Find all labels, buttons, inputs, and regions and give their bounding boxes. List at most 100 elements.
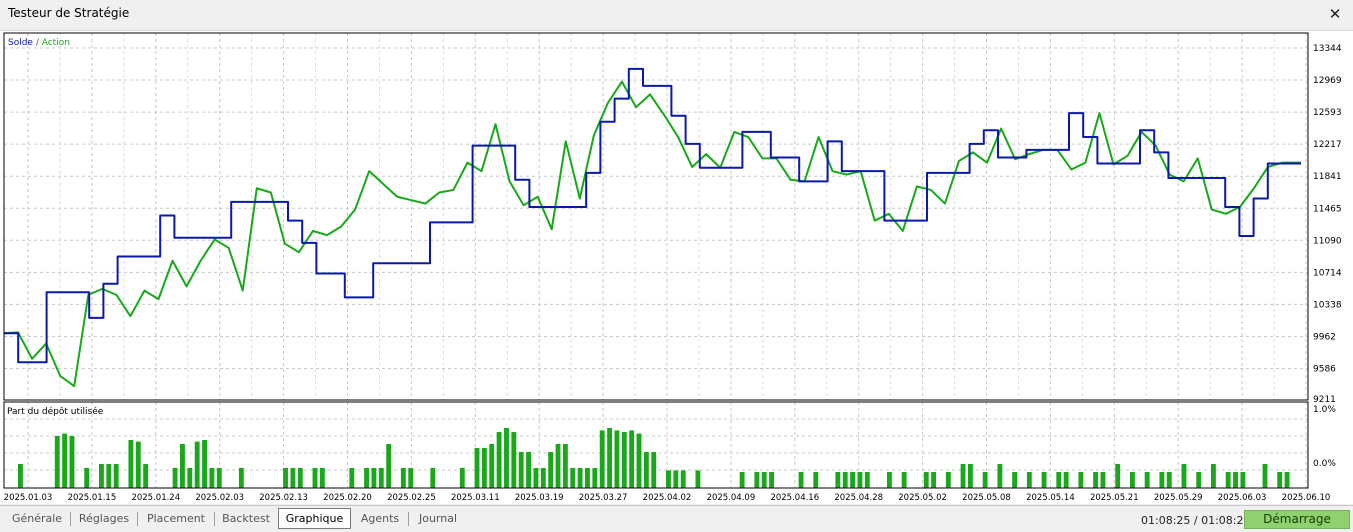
usage-bar [180,444,185,488]
usage-bar [1225,472,1231,488]
y-tick-label: 12969 [1313,76,1342,86]
start-button[interactable]: Démarrage [1244,510,1350,529]
usage-bar [386,444,392,488]
usage-bar [1129,472,1135,488]
tab-agents[interactable]: Agents [355,510,405,528]
usage-bar [312,468,318,488]
usage-bar [474,448,480,488]
x-tick-labels: 2025.01.03 2025.01.15 2025.01.24 2025.02.03… [4,493,1331,503]
x-tick-label: 2025.04.16 [770,493,819,503]
usage-bar [194,441,200,488]
usage-bar [666,470,671,488]
tab-generale[interactable]: Générale [6,510,68,528]
x-tick-label: 2025.06.10 [1282,493,1331,503]
sub-chart-ytick-top: 1.0% [1313,405,1336,415]
usage-bar [629,430,635,488]
usage-bar [923,472,929,488]
usage-bar [555,444,561,488]
x-tick-label: 2025.05.02 [898,493,947,503]
tab-reglages[interactable]: Réglages [73,510,135,528]
x-tick-label: 2025.05.29 [1154,493,1203,503]
usage-bar [577,468,583,488]
usage-bar [504,428,509,488]
usage-bar [62,433,68,488]
usage-bar [864,472,870,488]
usage-bar [548,452,554,488]
tab-backtest[interactable]: Backtest [217,510,275,528]
usage-bar [511,432,517,488]
usage-bar [643,452,649,488]
equity-series [3,80,1301,388]
tab-graphique[interactable]: Graphique [278,508,351,529]
usage-bar [143,464,149,488]
x-tick-label: 2025.02.13 [259,493,308,503]
usage-bar [835,472,841,488]
usage-bar [69,436,75,488]
sub-chart-title: Part du dépôt utilisée [7,406,104,417]
elapsed-time: 01:08:25 / 01:08:29 [1141,514,1251,527]
chart-canvas: 13344 12969 12593 12217 11841 11465 11090 10714… [3,32,1342,503]
usage-bar [680,470,686,488]
usage-bar [1078,472,1084,488]
usage-bar [967,464,973,488]
usage-bar [769,472,775,488]
tab-placement[interactable]: Placement [140,510,212,528]
usage-bar [599,430,605,488]
bottom-tab-bar: Générale Réglages Placement Backtest Gra… [0,505,1353,532]
usage-bar [798,472,804,488]
usage-bar [1056,472,1062,488]
usage-bar [319,468,325,488]
usage-bar [238,468,244,488]
tab-separator [214,512,215,526]
sub-chart-ytick-bottom: 0.0% [1313,459,1336,469]
tab-separator [70,512,71,526]
main-chart-legend: Solde / Action [8,38,70,48]
usage-bar [585,468,590,488]
usage-bar [297,468,303,488]
usage-bar [886,472,892,488]
usage-bar [592,468,598,488]
usage-bar [842,472,848,488]
usage-bar [526,452,531,488]
usage-bar [172,468,178,488]
x-tick-label: 2025.05.21 [1090,493,1139,503]
usage-bar [1210,464,1216,488]
usage-bar [570,468,576,488]
close-icon[interactable]: ✕ [1323,2,1347,26]
usage-bar [408,468,414,488]
usage-bar [1041,472,1047,488]
y-tick-label: 13344 [1313,44,1342,54]
usage-bar [562,444,568,488]
usage-bar [128,440,134,488]
usage-bar [1159,472,1165,488]
usage-bar [901,472,907,488]
usage-bar [209,468,215,488]
x-tick-label: 2025.04.28 [834,493,883,503]
y-tick-labels: 13344 12969 12593 12217 11841 11465 11090 10714… [1313,44,1342,405]
usage-bar [1115,464,1121,488]
usage-bar [283,468,288,488]
x-tick-label: 2025.02.03 [195,493,244,503]
title-bar: Testeur de Stratégie ✕ [0,0,1353,28]
usage-bar [1100,472,1106,488]
legend-equity: Action [42,38,70,48]
usage-bar [1093,472,1099,488]
usage-bar [1277,472,1283,488]
usage-bar [106,464,112,488]
usage-bar [349,468,355,488]
y-tick-label: 9211 [1313,395,1336,405]
usage-bar [1166,472,1172,488]
usage-bar [496,432,502,488]
usage-bar [540,468,546,488]
x-tick-label: 2025.02.25 [387,493,436,503]
usage-bar [636,433,642,488]
usage-bar [400,468,406,488]
usage-bar [430,468,436,488]
usage-bar [813,472,819,488]
tab-separator [137,512,138,526]
x-tick-label: 2025.03.11 [451,493,500,503]
usage-bar [518,452,524,488]
usage-bar [695,470,701,488]
x-tick-label: 2025.06.03 [1218,493,1267,503]
tab-journal[interactable]: Journal [411,510,465,528]
